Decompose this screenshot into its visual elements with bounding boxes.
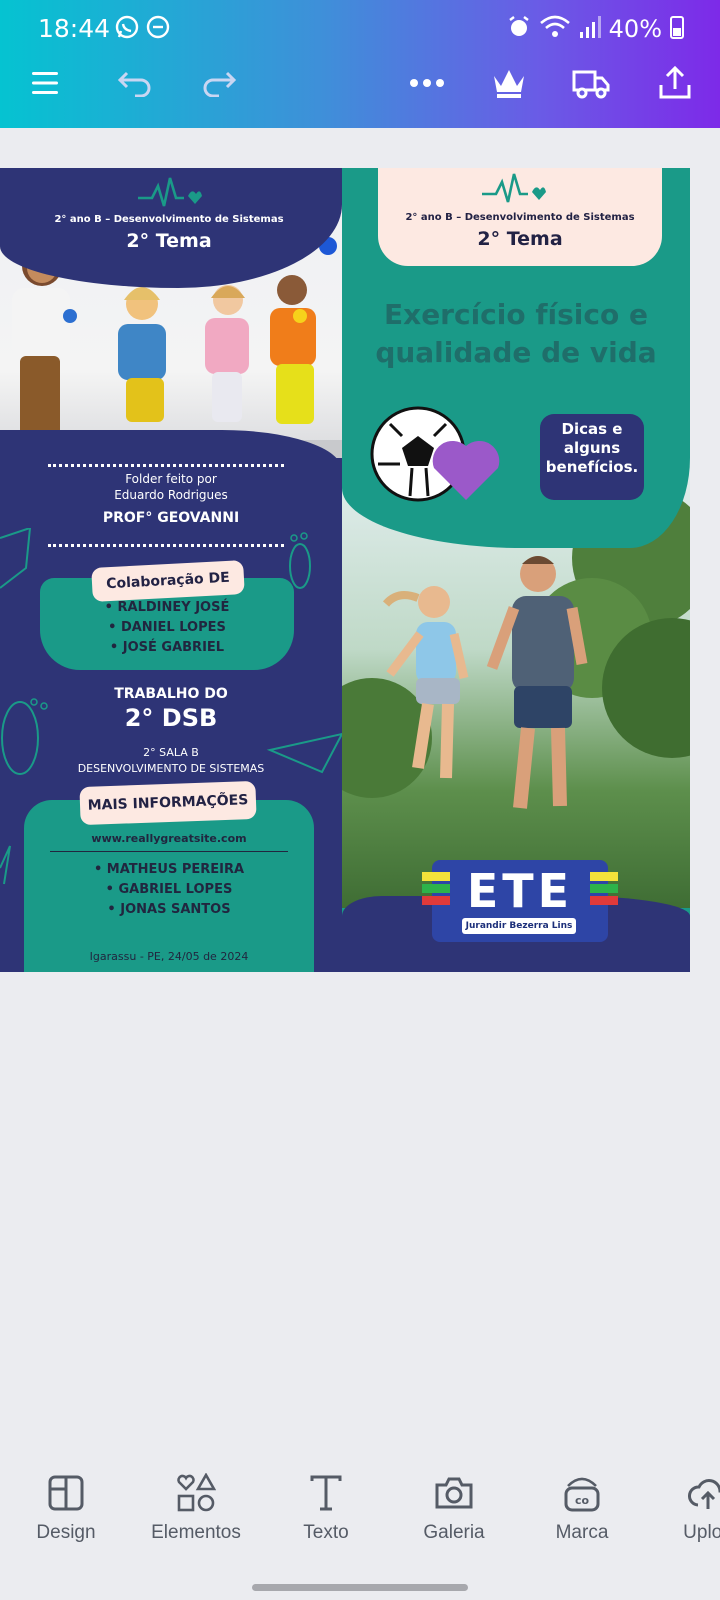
ete-logo[interactable]: ETE Jurandir Bezerra Lins: [422, 860, 618, 942]
design-canvas[interactable]: 2° ano B – Desenvolvimento de Sistemas 2…: [0, 168, 690, 972]
membro-1[interactable]: • MATHEUS PEREIRA: [24, 862, 314, 877]
nav-uploads[interactable]: Uploa: [648, 1470, 720, 1544]
folder-line-2[interactable]: Eduardo Rodrigues: [0, 488, 342, 502]
sala-text[interactable]: 2° SALA B: [0, 746, 342, 759]
battery-icon: [670, 14, 684, 44]
website-text[interactable]: www.reallygreatsite.com: [24, 832, 314, 845]
local-data-text[interactable]: Igarassu - PE, 24/05 de 2024: [24, 950, 314, 963]
right-tema[interactable]: 2° Tema: [378, 228, 662, 250]
nav-elementos-label: Elementos: [151, 1522, 241, 1543]
folder-line-1[interactable]: Folder feito por: [0, 472, 342, 486]
bottom-nav: Design Elementos Texto Galeria co Marca …: [0, 1456, 720, 1576]
whatsapp-icon: [114, 14, 140, 44]
nav-design-label: Design: [36, 1522, 96, 1543]
svg-text:co: co: [575, 1494, 590, 1507]
bubble-line-2: alguns: [563, 439, 621, 457]
right-panel: 2° ano B – Desenvolvimento de Sistemas 2…: [342, 168, 690, 972]
prof-name[interactable]: PROF° GEOVANNI: [0, 510, 342, 526]
turma-title[interactable]: 2° DSB: [0, 704, 342, 732]
dnd-icon: [146, 14, 170, 44]
wifi-icon: [539, 14, 571, 44]
gesture-handle[interactable]: [252, 1584, 468, 1591]
headline-line-1: Exercício físico e: [384, 298, 648, 331]
text-icon: [266, 1470, 386, 1516]
left-tema[interactable]: 2° Tema: [0, 230, 340, 252]
ete-stripes-left: [422, 872, 450, 908]
bubble-line-3: benefícios.: [545, 458, 639, 476]
camera-icon: [394, 1470, 514, 1516]
left-subtitle[interactable]: 2° ano B – Desenvolvimento de Sistemas: [0, 214, 340, 225]
ete-logo-subtitle: Jurandir Bezerra Lins: [462, 918, 576, 934]
ete-stripes-right: [590, 872, 618, 908]
elements-icon: [136, 1470, 256, 1516]
headline-line-2: qualidade de vida: [375, 336, 657, 369]
bubble-line-1: Dicas e: [561, 420, 623, 438]
tips-bubble[interactable]: Dicas e alguns benefícios.: [540, 414, 644, 500]
nav-elementos[interactable]: Elementos: [136, 1470, 256, 1544]
top-bar: 18:44 40%: [0, 0, 720, 128]
undo-icon[interactable]: [112, 60, 158, 106]
info-divider: [50, 851, 288, 852]
heartbeat-icon-right: [482, 173, 546, 203]
colaborador-2[interactable]: • DANIEL LOPES: [40, 620, 294, 635]
editor-toolbar: [0, 60, 720, 106]
nav-galeria-label: Galeria: [423, 1522, 485, 1543]
nav-marca[interactable]: co Marca: [522, 1470, 642, 1544]
nav-marca-label: Marca: [555, 1522, 609, 1543]
trabalho-do[interactable]: TRABALHO DO: [0, 686, 342, 702]
nav-uploads-label: Uploa: [683, 1522, 720, 1543]
redo-icon[interactable]: [196, 60, 242, 106]
colaborador-3[interactable]: • JOSÉ GABRIEL: [40, 640, 294, 655]
alarm-icon: [507, 14, 531, 44]
nav-design[interactable]: Design: [6, 1470, 126, 1544]
headline[interactable]: Exercício físico e qualidade de vida: [342, 296, 690, 372]
status-time: 18:44: [38, 14, 111, 43]
heartbeat-icon: [138, 177, 202, 207]
battery-percent: 40%: [608, 15, 662, 43]
dotted-divider: [48, 464, 284, 467]
mais-info-label[interactable]: MAIS INFORMAÇÕES: [79, 780, 257, 826]
membro-2[interactable]: • GABRIEL LOPES: [24, 882, 314, 897]
share-icon[interactable]: [652, 60, 698, 106]
brand-kit-icon: co: [522, 1470, 642, 1516]
truck-icon[interactable]: [568, 60, 614, 106]
crown-icon[interactable]: [486, 60, 532, 106]
soccer-ball-heart-icon[interactable]: [370, 404, 502, 510]
right-subtitle[interactable]: 2° ano B – Desenvolvimento de Sistemas: [378, 212, 662, 223]
status-bar: 18:44 40%: [0, 10, 720, 46]
membro-3[interactable]: • JONAS SANTOS: [24, 902, 314, 917]
colaborador-1[interactable]: • RALDINEY JOSÉ: [40, 600, 294, 615]
ete-logo-text: ETE: [466, 864, 574, 918]
menu-icon[interactable]: [22, 60, 68, 106]
signal-icon: [579, 14, 601, 44]
nav-texto[interactable]: Texto: [266, 1470, 386, 1544]
more-horizontal-icon[interactable]: [404, 60, 450, 106]
upload-cloud-icon: [648, 1470, 720, 1516]
nav-texto-label: Texto: [303, 1522, 349, 1543]
curso-text[interactable]: DESENVOLVIMENTO DE SISTEMAS: [0, 762, 342, 775]
nav-galeria[interactable]: Galeria: [394, 1470, 514, 1544]
design-icon: [6, 1470, 126, 1516]
